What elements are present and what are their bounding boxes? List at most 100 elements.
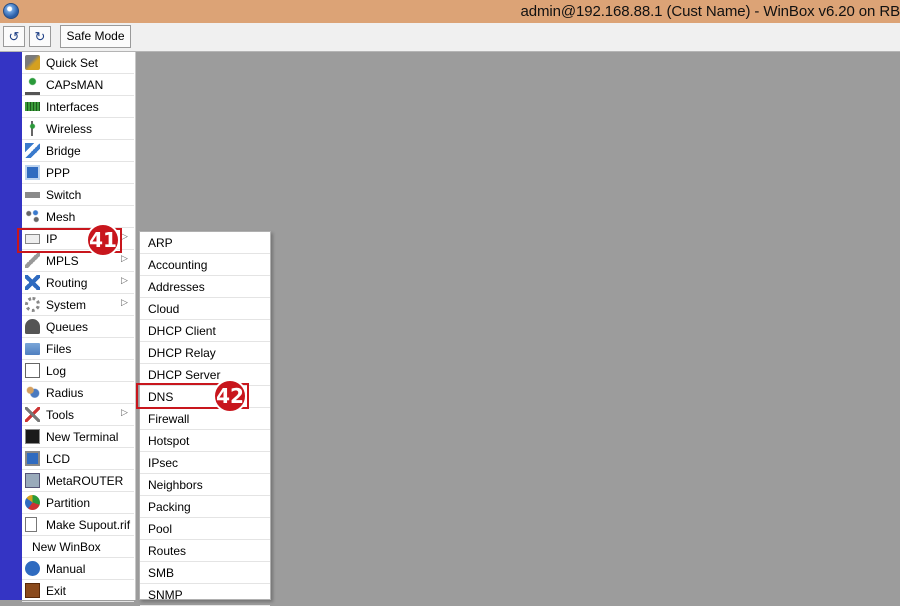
- menu-item-label: Make Supout.rif: [46, 518, 131, 532]
- menu-item-queues[interactable]: Queues: [22, 316, 134, 338]
- menu-item-label: Interfaces: [46, 100, 99, 114]
- submenu-item-label: Routes: [148, 544, 187, 558]
- system-gear-icon: [25, 297, 40, 312]
- menu-item-new-winbox[interactable]: New WinBox: [22, 536, 134, 558]
- menu-item-label: New Terminal: [46, 430, 119, 444]
- submenu-item-arp[interactable]: ARP: [140, 232, 270, 254]
- routing-icon: [25, 275, 40, 290]
- menu-item-label: Radius: [46, 386, 84, 400]
- submenu-arrow-icon: ▷: [121, 275, 128, 285]
- submenu-item-label: DHCP Server: [148, 368, 221, 382]
- sidebar-brand-strip: [0, 52, 22, 600]
- redo-button[interactable]: ↻: [29, 26, 51, 47]
- menu-item-radius[interactable]: Radius: [22, 382, 134, 404]
- submenu-item-firewall[interactable]: Firewall: [140, 408, 270, 430]
- menu-item-switch[interactable]: Switch: [22, 184, 134, 206]
- menu-item-files[interactable]: Files: [22, 338, 134, 360]
- quick-set-icon: [25, 55, 40, 70]
- submenu-item-label: Pool: [148, 522, 173, 536]
- undo-icon: ↺: [8, 28, 20, 44]
- menu-item-mpls[interactable]: MPLS ▷: [22, 250, 134, 272]
- menu-item-exit[interactable]: Exit: [22, 580, 134, 602]
- menu-item-label: Exit: [46, 584, 67, 598]
- undo-button[interactable]: ↺: [3, 26, 25, 47]
- submenu-item-snmp[interactable]: SNMP: [140, 584, 270, 606]
- menu-item-quick-set[interactable]: Quick Set: [22, 52, 134, 74]
- menu-item-label: Partition: [46, 496, 91, 510]
- queues-icon: [25, 319, 40, 334]
- toolbar: ↺ ↻ Safe Mode: [0, 23, 900, 52]
- menu-item-label: CAPsMAN: [46, 78, 104, 92]
- ip-submenu: ARP Accounting Addresses Cloud DHCP Client DH…: [139, 231, 271, 606]
- menu-item-partition[interactable]: Partition: [22, 492, 134, 514]
- wireless-icon: [25, 121, 40, 136]
- submenu-item-dhcp-relay[interactable]: DHCP Relay: [140, 342, 270, 364]
- metarouter-icon: [25, 473, 40, 488]
- submenu-item-cloud[interactable]: Cloud: [140, 298, 270, 320]
- mpls-icon: [25, 253, 40, 268]
- menu-item-lcd[interactable]: LCD: [22, 448, 134, 470]
- submenu-item-label: Addresses: [148, 280, 205, 294]
- submenu-item-dhcp-client[interactable]: DHCP Client: [140, 320, 270, 342]
- submenu-item-hotspot[interactable]: Hotspot: [140, 430, 270, 452]
- menu-item-label: Routing: [46, 276, 88, 290]
- submenu-item-label: Neighbors: [148, 478, 203, 492]
- exit-door-icon: [25, 583, 40, 598]
- menu-item-label: MetaROUTER: [46, 474, 124, 488]
- menu-item-wireless[interactable]: Wireless: [22, 118, 134, 140]
- menu-item-label: Files: [46, 342, 72, 356]
- submenu-item-pool[interactable]: Pool: [140, 518, 270, 540]
- menu-item-bridge[interactable]: Bridge: [22, 140, 134, 162]
- submenu-item-ipsec[interactable]: IPsec: [140, 452, 270, 474]
- menu-item-capsman[interactable]: CAPsMAN: [22, 74, 134, 96]
- submenu-item-label: Packing: [148, 500, 191, 514]
- submenu-arrow-icon: ▷: [121, 297, 128, 307]
- menu-item-new-terminal[interactable]: New Terminal: [22, 426, 134, 448]
- radius-users-icon: [25, 385, 40, 400]
- menu-item-mesh[interactable]: Mesh: [22, 206, 134, 228]
- submenu-item-label: SMB: [148, 566, 175, 580]
- main-menu: Quick Set CAPsMAN Interfaces Wireless Bridge…: [22, 52, 136, 602]
- safe-mode-button[interactable]: Safe Mode: [60, 25, 131, 48]
- winbox-icon[interactable]: [3, 3, 19, 19]
- partition-pie-icon: [25, 495, 40, 510]
- menu-item-metarouter[interactable]: MetaROUTER: [22, 470, 134, 492]
- submenu-item-routes[interactable]: Routes: [140, 540, 270, 562]
- menu-item-label: Bridge: [46, 144, 81, 158]
- menu-item-interfaces[interactable]: Interfaces: [22, 96, 134, 118]
- help-icon: [25, 561, 40, 576]
- menu-item-label: Log: [46, 364, 67, 378]
- menu-item-make-supout-rif[interactable]: Make Supout.rif: [22, 514, 134, 536]
- submenu-item-smb[interactable]: SMB: [140, 562, 270, 584]
- submenu-arrow-icon: ▷: [121, 231, 128, 241]
- menu-item-manual[interactable]: Manual: [22, 558, 134, 580]
- menu-item-label: System: [46, 298, 87, 312]
- submenu-item-addresses[interactable]: Addresses: [140, 276, 270, 298]
- submenu-item-label: DHCP Client: [148, 324, 216, 338]
- step-badge-dns: 42: [213, 379, 247, 413]
- menu-item-log[interactable]: Log: [22, 360, 134, 382]
- submenu-item-label: Cloud: [148, 302, 180, 316]
- menu-item-label: LCD: [46, 452, 71, 466]
- menu-item-label: Mesh: [46, 210, 76, 224]
- submenu-item-label: ARP: [148, 236, 173, 250]
- capsman-icon: [25, 77, 40, 95]
- redo-icon: ↻: [34, 28, 46, 44]
- menu-item-system[interactable]: System ▷: [22, 294, 134, 316]
- submenu-item-accounting[interactable]: Accounting: [140, 254, 270, 276]
- submenu-item-label: Accounting: [148, 258, 208, 272]
- document-icon: [25, 517, 37, 532]
- menu-item-label: Switch: [46, 188, 82, 202]
- submenu-item-packing[interactable]: Packing: [140, 496, 270, 518]
- menu-item-ppp[interactable]: PPP: [22, 162, 134, 184]
- submenu-arrow-icon: ▷: [121, 253, 128, 263]
- submenu-item-neighbors[interactable]: Neighbors: [140, 474, 270, 496]
- menu-item-label: PPP: [46, 166, 71, 180]
- folder-icon: [25, 343, 40, 355]
- menu-item-tools[interactable]: Tools ▷: [22, 404, 134, 426]
- menu-item-routing[interactable]: Routing ▷: [22, 272, 134, 294]
- step-badge-ip: 41: [86, 223, 120, 257]
- mesh-icon: [25, 209, 40, 224]
- submenu-arrow-icon: ▷: [121, 407, 128, 417]
- submenu-item-label: Firewall: [148, 412, 190, 426]
